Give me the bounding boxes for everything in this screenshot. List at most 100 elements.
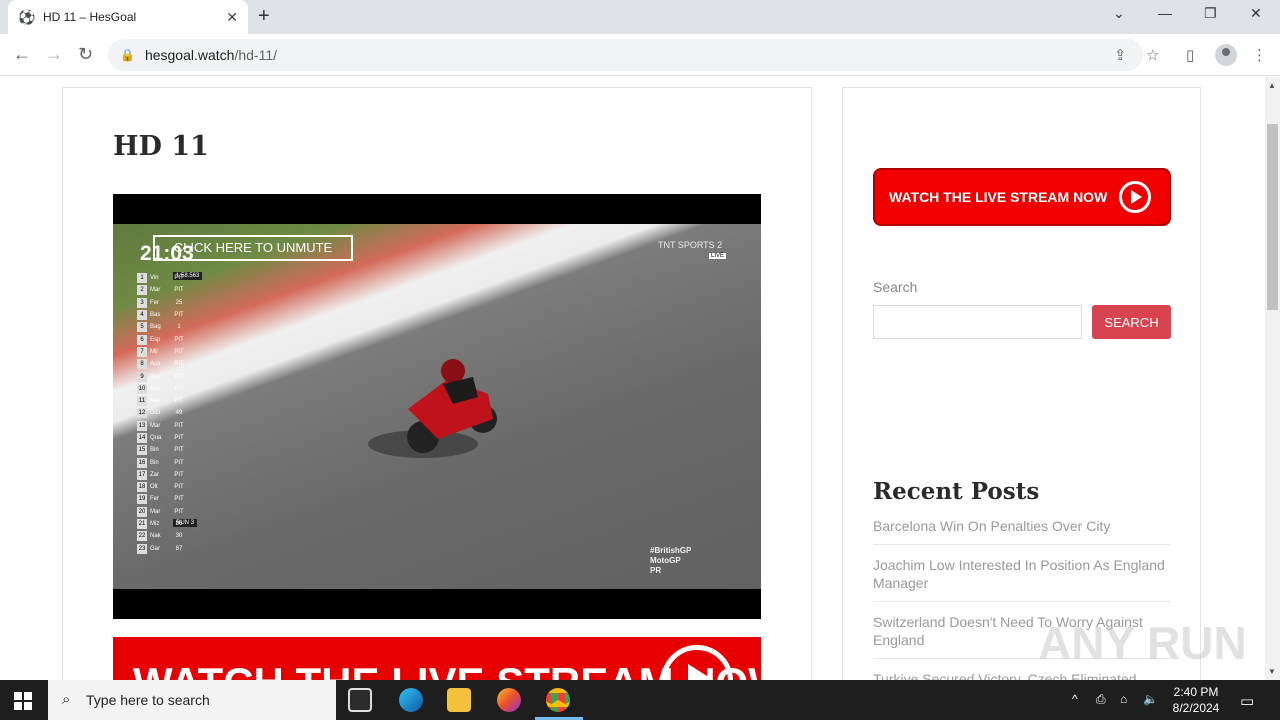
file-explorer-icon[interactable]	[447, 688, 471, 712]
race-standings: 1 Vin PIT 2 Mar PIT 3 Fer 25 4 Bas PIT 5 Bag 1 6 Esp PIT 7…	[137, 272, 195, 555]
standings-row: 19 Fer PIT	[137, 493, 195, 505]
scroll-down-icon[interactable]: ▼	[1268, 667, 1276, 676]
web-page: HD 11 CLICK HERE TO UNMUTE 21:03 TNT SPO…	[0, 77, 1265, 680]
volume-icon[interactable]: 🔈	[1143, 692, 1158, 706]
browser-toolbar: ← → ↻ 🔒 hesgoal.watch /hd-11/ ⇪ ☆ ▯ ⋮	[0, 34, 1280, 76]
rider-status: PIT	[174, 275, 184, 282]
race-clock: 21:03	[140, 242, 194, 265]
tray-overflow-icon[interactable]: ^	[1072, 692, 1078, 706]
scrollbar-thumb[interactable]	[1267, 124, 1278, 310]
play-icon	[1119, 181, 1151, 213]
recent-post-link[interactable]: Joachim Low Interested In Position As En…	[873, 554, 1171, 602]
scroll-up-icon[interactable]: ▲	[1268, 81, 1276, 90]
reload-icon[interactable]: ↻	[78, 44, 93, 65]
standings-position: 20	[137, 506, 147, 517]
lock-icon[interactable]: 🔒	[120, 48, 135, 62]
video-player[interactable]: CLICK HERE TO UNMUTE 21:03 TNT SPORTS 2 …	[113, 194, 761, 619]
taskbar-search[interactable]: ⌕ Type here to search	[48, 680, 336, 720]
standings-row: 9 Bez PIT	[137, 370, 195, 382]
share-icon[interactable]: ⇪	[1114, 46, 1127, 64]
standings-row: 7 Mil PIT	[137, 346, 195, 358]
rider-status: PIT	[174, 435, 184, 441]
main-content-card: HD 11 CLICK HERE TO UNMUTE 21:03 TNT SPO…	[62, 87, 812, 680]
close-tab-icon[interactable]: ✕	[226, 9, 238, 26]
standings-row: 6 Esp PIT	[137, 333, 195, 345]
windows-start-icon[interactable]	[14, 692, 32, 710]
browser-tab[interactable]: ⚽ HD 11 – HesGoal ✕	[8, 0, 248, 34]
rider-status: 25	[175, 299, 183, 306]
firefox-icon[interactable]	[497, 688, 521, 712]
search-icon: ⌕	[62, 691, 71, 708]
url-host: hesgoal.watch	[144, 47, 235, 63]
video-frame[interactable]: CLICK HERE TO UNMUTE 21:03 TNT SPORTS 2 …	[113, 224, 761, 589]
rider-name: Nak	[150, 533, 161, 540]
rider-name: Fer	[150, 496, 159, 503]
recent-posts-heading: Recent Posts	[873, 478, 1040, 505]
rider-status: PIT	[174, 348, 184, 355]
rider-name: Esp	[150, 336, 161, 343]
standings-row: 22 Nak 30	[137, 530, 195, 542]
rider-name: Aco	[150, 361, 161, 368]
standings-row: 5 Bag 1	[137, 321, 195, 333]
notifications-icon[interactable]: ▭	[1240, 692, 1254, 710]
url-path: /hd-11/	[234, 47, 278, 63]
rider-name: Miz	[150, 521, 160, 528]
edge-icon[interactable]	[399, 688, 423, 712]
standings-position: 23	[137, 543, 147, 554]
taskbar-search-placeholder: Type here to search	[86, 692, 210, 708]
page-title: HD 11	[113, 131, 209, 162]
meet-now-icon[interactable]: ⎙	[1096, 692, 1106, 707]
standings-row: 12 DiG 49	[137, 407, 195, 419]
broadcast-branding: #BritishGP MotoGP PR	[650, 546, 691, 576]
tab-search-icon[interactable]: ⌄	[1113, 5, 1125, 22]
rider-name: Fer	[150, 299, 159, 306]
new-tab-button[interactable]: +	[258, 5, 270, 28]
pr-tag: PR	[650, 566, 662, 575]
standings-position: 21	[137, 519, 147, 530]
rider-name: Vin	[150, 275, 159, 282]
standings-row: 2 Mar PIT	[137, 284, 195, 296]
standings-position: 2	[137, 285, 147, 296]
forward-icon[interactable]: →	[45, 44, 63, 65]
rider-name: Gar	[150, 545, 161, 552]
network-icon[interactable]: ⌂	[1120, 692, 1127, 706]
rider-status: PIT	[174, 471, 184, 478]
address-bar[interactable]: 🔒 hesgoal.watch /hd-11/	[108, 39, 1143, 71]
search-input[interactable]	[873, 305, 1082, 339]
task-view-icon[interactable]	[348, 688, 372, 712]
standings-position: 6	[137, 334, 147, 345]
back-icon[interactable]: ←	[13, 44, 31, 65]
search-button[interactable]: SEARCH	[1092, 305, 1171, 339]
standings-row: 8 Aco PIT	[137, 358, 195, 370]
rider-name: Qua	[150, 435, 162, 441]
rider-status: 36	[175, 521, 183, 528]
system-clock[interactable]: 2:40 PM 8/2/2024	[1168, 684, 1224, 716]
rider-status: 87	[175, 545, 183, 552]
close-window-icon[interactable]: ✕	[1250, 5, 1262, 22]
standings-position: 14	[137, 433, 147, 443]
standings-position: 15	[137, 445, 147, 456]
watch-live-button[interactable]: WATCH THE LIVE STREAM NOW	[873, 168, 1171, 226]
motorcycle-image	[368, 359, 497, 458]
rider-name: Mar	[150, 287, 161, 294]
page-scrollbar[interactable]: ▲ ▼	[1265, 77, 1280, 680]
standings-position: 11	[137, 396, 147, 407]
side-panel-icon[interactable]: ▯	[1186, 46, 1194, 64]
rider-status: PIT	[174, 496, 184, 503]
standings-position: 19	[137, 494, 147, 505]
minimize-icon[interactable]: —	[1158, 5, 1172, 21]
chrome-icon[interactable]	[546, 688, 570, 712]
bookmark-star-icon[interactable]: ☆	[1146, 46, 1159, 64]
standings-row: 11 Mar PIT	[137, 395, 195, 407]
profile-avatar-icon[interactable]	[1215, 44, 1237, 66]
live-stream-banner[interactable]: WATCH THE LIVE STREAM NOW	[113, 637, 761, 680]
standings-row: 18 Olt PIT	[137, 481, 195, 493]
recent-post-link[interactable]: Barcelona Win On Penalties Over City	[873, 515, 1171, 545]
menu-kebab-icon[interactable]: ⋮	[1252, 46, 1267, 64]
restore-icon[interactable]: ❐	[1204, 5, 1217, 22]
hashtag: #BritishGP	[650, 546, 692, 555]
standings-position: 3	[137, 297, 147, 308]
rider-name: Mar	[150, 508, 161, 515]
rider-status: PIT	[174, 312, 184, 319]
rider-status: PIT	[174, 287, 184, 294]
